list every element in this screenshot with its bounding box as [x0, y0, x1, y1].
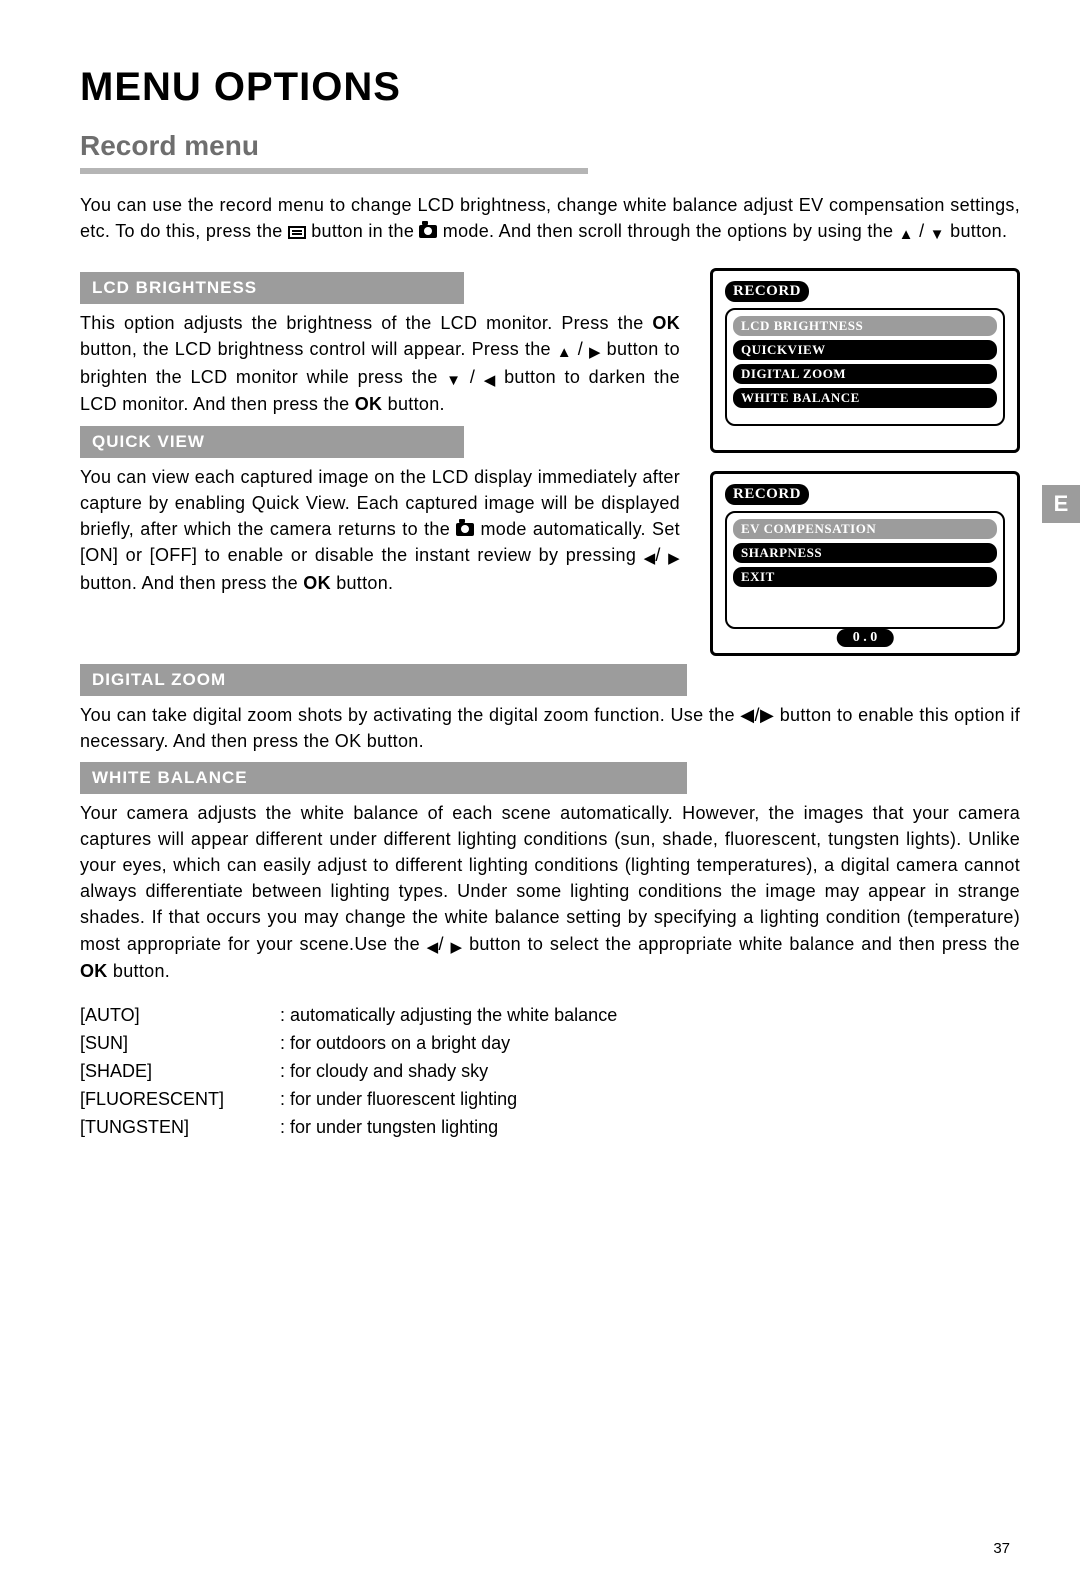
table-row: [TUNGSTEN] : for under tungsten lighting [80, 1114, 1020, 1142]
wb-key: [SUN] [80, 1030, 280, 1058]
left-column: LCD BRIGHTNESS This option adjusts the b… [80, 264, 680, 596]
right-arrow-icon: ▶ [451, 937, 463, 959]
screens-column: RECORD LCD BRIGHTNESS QUICKVIEW DIGITAL … [710, 264, 1020, 656]
digitalzoom-paragraph: You can take digital zoom shots by activ… [80, 702, 1020, 754]
wb-val: : for outdoors on a bright day [280, 1030, 510, 1058]
ok-label: OK [652, 313, 680, 333]
section-header-whitebalance: WHITE BALANCE [80, 762, 687, 794]
menu-item-sharpness: SHARPNESS [733, 543, 997, 563]
lcd-p2: button, the LCD bright­ness control will… [80, 339, 557, 359]
qv-p4: button. [336, 573, 393, 593]
white-balance-table: [AUTO] : automatically adjusting the whi… [80, 1002, 1020, 1141]
left-arrow-icon: ◀ [644, 548, 656, 570]
intro-text-2: button in the [311, 221, 419, 241]
page-title: MENU OPTIONS [80, 65, 1020, 110]
menu-item-quickview: QUICKVIEW [733, 340, 997, 360]
camera-icon [419, 225, 437, 238]
wb-val: : for under fluorescent lighting [280, 1086, 517, 1114]
wb-key: [AUTO] [80, 1002, 280, 1030]
screen-footer-value: 0 . 0 [837, 629, 894, 647]
screen-tab: RECORD [725, 281, 809, 302]
table-row: [SHADE] : for cloudy and shady sky [80, 1058, 1020, 1086]
right-arrow-icon: ▶ [589, 342, 601, 364]
screen-tab: RECORD [725, 484, 809, 505]
page-subtitle: Record menu [80, 130, 1020, 162]
down-arrow-icon: ▼ [930, 224, 945, 246]
ok-label: OK [355, 394, 383, 414]
wb-val: : automatically adjusting the white bala… [280, 1002, 617, 1030]
wb-key: [TUNGSTEN] [80, 1114, 280, 1142]
screen-menu-list: LCD BRIGHTNESS QUICKVIEW DIGITAL ZOOM WH… [725, 308, 1005, 426]
up-arrow-icon: ▲ [557, 342, 572, 364]
lcd-paragraph: This option adjusts the brightness of th… [80, 310, 680, 418]
menu-item-lcd-brightness: LCD BRIGHTNESS [733, 316, 997, 336]
menu-item-ev-compensation: EV COMPENSATION [733, 519, 997, 539]
up-arrow-icon: ▲ [899, 224, 914, 246]
menu-item-digital-zoom: DIGITAL ZOOM [733, 364, 997, 384]
camera-screen-1: RECORD LCD BRIGHTNESS QUICKVIEW DIGITAL … [710, 268, 1020, 453]
wb-val: : for cloudy and shady sky [280, 1058, 488, 1086]
wb-key: [FLUORESCENT] [80, 1086, 280, 1114]
right-arrow-icon: ▶ [668, 548, 680, 570]
page-number: 37 [993, 1540, 1010, 1557]
slash: / [578, 339, 589, 359]
section-header-quickview: QUICK VIEW [80, 426, 464, 458]
down-arrow-icon: ▼ [446, 370, 461, 392]
camera-screen-2: RECORD EV COMPENSATION SHARPNESS EXIT 0 … [710, 471, 1020, 656]
menu-icon [288, 226, 306, 239]
lcd-p1: This option adjusts the brightness of th… [80, 313, 652, 333]
intro-text-4: button. [950, 221, 1007, 241]
table-row: [AUTO] : automatically adjusting the whi… [80, 1002, 1020, 1030]
intro-text-3: mode. And then scroll through the option… [443, 221, 899, 241]
menu-item-white-balance: WHITE BALANCE [733, 388, 997, 408]
qv-p3: button. And then press the [80, 573, 303, 593]
subtitle-rule [80, 168, 588, 174]
wb-p2: button to select the appropriate white b… [469, 934, 1020, 954]
ok-label: OK [80, 961, 108, 981]
wb-p1: Your camera adjusts the white balance of… [80, 803, 1020, 953]
quickview-paragraph: You can view each captured image on the … [80, 464, 680, 596]
menu-item-exit: EXIT [733, 567, 997, 587]
camera-icon [456, 523, 474, 536]
wb-p3: button. [113, 961, 170, 981]
table-row: [SUN] : for outdoors on a bright day [80, 1030, 1020, 1058]
split-row: LCD BRIGHTNESS This option adjusts the b… [80, 264, 1020, 656]
section-tab: E [1042, 485, 1080, 523]
wb-key: [SHADE] [80, 1058, 280, 1086]
lcd-p5: button. [388, 394, 445, 414]
section-header-lcd: LCD BRIGHTNESS [80, 272, 464, 304]
slash: / [919, 221, 930, 241]
left-arrow-icon: ◀ [427, 937, 439, 959]
section-header-digitalzoom: DIGITAL ZOOM [80, 664, 687, 696]
manual-page: E MENU OPTIONS Record menu You can use t… [0, 0, 1080, 1592]
slash: / [470, 367, 484, 387]
left-arrow-icon: ◀ [484, 370, 496, 392]
table-row: [FLUORESCENT] : for under fluorescent li… [80, 1086, 1020, 1114]
screen-menu-list: EV COMPENSATION SHARPNESS EXIT [725, 511, 1005, 629]
intro-paragraph: You can use the record menu to change LC… [80, 192, 1020, 246]
wb-val: : for under tungsten lighting [280, 1114, 498, 1142]
whitebalance-paragraph: Your camera adjusts the white balance of… [80, 800, 1020, 984]
ok-label: OK [303, 573, 331, 593]
